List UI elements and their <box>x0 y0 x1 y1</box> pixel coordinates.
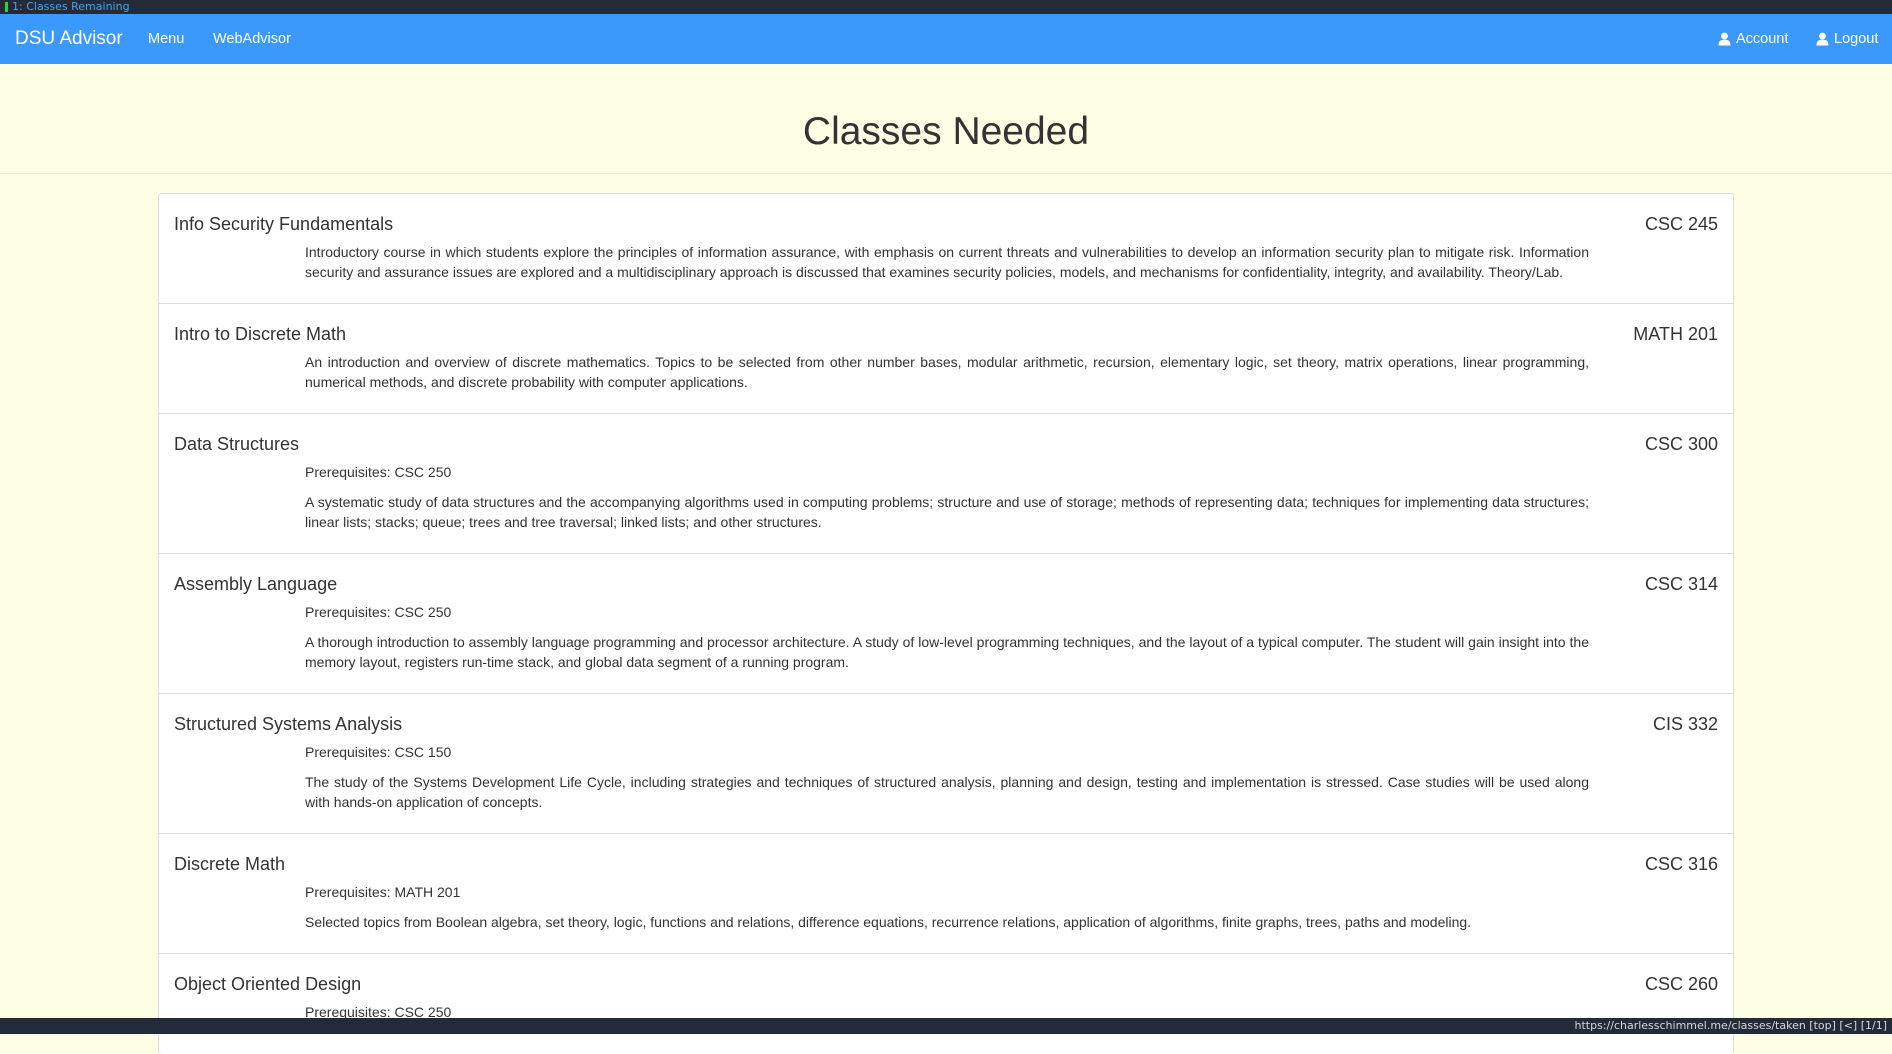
logout-link[interactable]: Logout <box>1816 14 1878 64</box>
course-code: CIS 332 <box>1652 714 1718 734</box>
course-item[interactable]: Data Structures CSC 300 Prerequisites: C… <box>159 414 1733 554</box>
user-icon <box>1816 32 1829 46</box>
course-item[interactable]: Intro to Discrete Math MATH 201 An intro… <box>159 304 1733 414</box>
active-tab-indicator <box>5 2 8 12</box>
menu-link[interactable]: Menu <box>148 14 184 64</box>
course-name: Structured Systems Analysis <box>174 714 403 734</box>
webadvisor-link[interactable]: WebAdvisor <box>213 14 291 64</box>
user-icon <box>1718 32 1731 46</box>
course-code: MATH 201 <box>1633 324 1718 344</box>
course-prerequisites: Prerequisites: MATH 201 <box>305 884 461 900</box>
page-title: Classes Needed <box>802 110 1090 153</box>
browser-status-bar: https://charlesschimmel.me/classes/taken… <box>0 1018 1892 1034</box>
course-code: CSC 316 <box>1644 854 1718 874</box>
course-item[interactable]: Object Oriented Design CSC 260 Prerequis… <box>159 954 1733 1054</box>
account-label: Account <box>1736 31 1789 47</box>
course-item[interactable]: Assembly Language CSC 314 Prerequisites:… <box>159 554 1733 694</box>
course-prerequisites: Prerequisites: CSC 150 <box>305 744 452 760</box>
status-url: https://charlesschimmel.me/classes/taken… <box>1574 1019 1887 1032</box>
course-code: CSC 260 <box>1644 974 1718 994</box>
brand-link[interactable]: DSU Advisor <box>15 14 123 64</box>
course-name: Discrete Math <box>174 854 286 874</box>
course-description: A thorough introduction to assembly lang… <box>305 634 1589 670</box>
course-code: CSC 314 <box>1644 574 1718 594</box>
course-prerequisites: Prerequisites: CSC 250 <box>305 604 452 620</box>
course-name: Assembly Language <box>174 574 338 594</box>
course-description: Introductory course in which students ex… <box>305 244 1589 280</box>
course-description: The study of the Systems Development Lif… <box>305 774 1589 810</box>
course-description: An introduction and overview of discrete… <box>305 354 1589 390</box>
course-name: Data Structures <box>174 434 300 454</box>
top-navbar: DSU Advisor Menu WebAdvisor Account Logo… <box>0 14 1892 64</box>
course-name: Info Security Fundamentals <box>174 214 394 234</box>
course-code: CSC 300 <box>1644 434 1718 454</box>
course-item[interactable]: Structured Systems Analysis CIS 332 Prer… <box>159 694 1733 834</box>
course-description: Selected topics from Boolean algebra, se… <box>305 914 1472 930</box>
page-header: Classes Needed <box>0 64 1892 174</box>
logout-label: Logout <box>1834 31 1879 47</box>
course-name: Object Oriented Design <box>174 974 362 994</box>
course-code: CSC 245 <box>1644 214 1718 234</box>
course-name: Intro to Discrete Math <box>174 324 347 344</box>
browser-tab-bar: 1: Classes Remaining <box>0 0 1892 14</box>
course-description: A systematic study of data structures an… <box>305 494 1589 530</box>
course-item[interactable]: Info Security Fundamentals CSC 245 Intro… <box>159 194 1733 304</box>
course-list: Info Security Fundamentals CSC 245 Intro… <box>158 193 1734 1054</box>
course-item[interactable]: Discrete Math CSC 316 Prerequisites: MAT… <box>159 834 1733 954</box>
course-prerequisites: Prerequisites: CSC 250 <box>305 464 452 480</box>
tab-title[interactable]: 1: Classes Remaining <box>12 0 130 14</box>
account-link[interactable]: Account <box>1718 14 1788 64</box>
